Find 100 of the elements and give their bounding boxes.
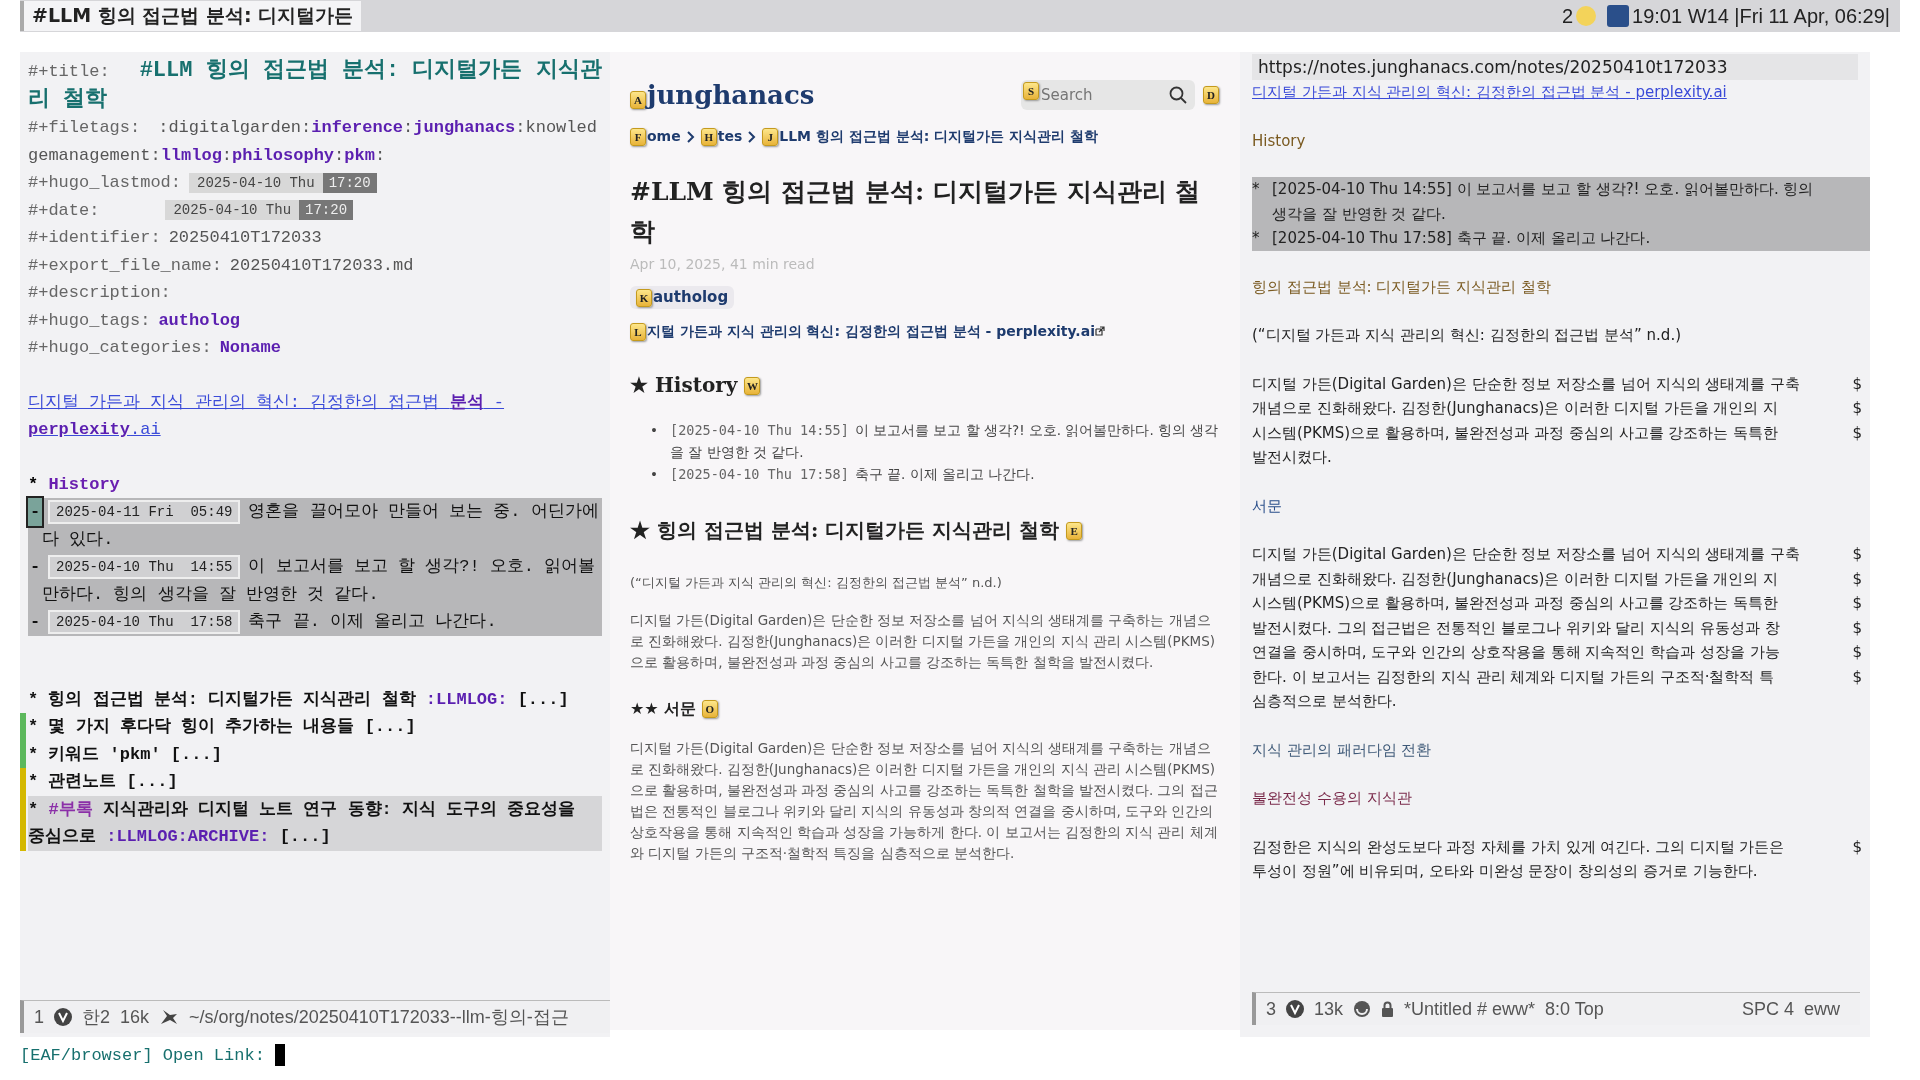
paragraph-line: 연결을 중시하며, 도구와 인간의 상호작용을 통해 지속적인 학습과 성장을 가능	[1252, 642, 1780, 663]
truncation-mark: $	[1852, 568, 1862, 590]
list-bullet: -	[29, 611, 42, 633]
list-bullet: *	[1252, 179, 1261, 200]
heading: 불완전성 수용의 지식관	[1252, 788, 1412, 809]
heading: 지식 관리의 패러다임 전환	[1252, 739, 1432, 761]
heading-text: * 몇 가지 후다닥 힝이 추가하는 내용들 [...]	[28, 716, 417, 738]
hint-label: K	[636, 288, 652, 307]
filetags-keyword-line: #+filetags: :digitalgarden:inference:junghanacs:knowledgemanagement:llmlog:philosophy:pkm:	[28, 117, 598, 167]
paragraph-line: 개념으로 진화해왔다. 김정한(Junghanacs)은 이러한 디지털 가든을 개인의 지	[1252, 398, 1779, 419]
timestamp: 2025-04-10 Thu 17:20	[165, 200, 354, 220]
hint-label: F	[630, 128, 646, 146]
keyword-label: #+hugo_lastmod:	[28, 173, 182, 192]
list-item-line: 생각을 잘 반영한 것 같다.	[1272, 203, 1446, 225]
window-number: 1	[34, 1006, 44, 1028]
paragraph-line: 한다. 이 보고서는 김정한의 지식 관리 체계와 디지털 가든의 구조적·철학적 특	[1252, 666, 1775, 688]
keyword-value: Noname	[219, 338, 281, 357]
keyword-value: 20250410T172033	[168, 228, 322, 247]
list-item: [2025-04-10 Thu 17:58] 축구 끝. 이제 올리고 나간다.	[670, 464, 1035, 484]
prompt-text: [EAF/browser] Open Link:	[20, 1045, 265, 1065]
v-circle-icon	[54, 1008, 72, 1026]
section-heading: ★ History	[630, 372, 738, 397]
keyword-label: #+hugo_categories:	[28, 338, 212, 357]
page-title: #LLM 힝의 접근법 분석: 디지털가든 지식관리 철학	[630, 176, 1202, 248]
section-heading: ★ 힝의 접근법 분석: 디지털가든 지식관리 철학	[630, 517, 1060, 542]
site-logo[interactable]: junghanacs	[647, 80, 815, 110]
history-entry: 2025-04-11 Fri 05:49 영혼을 끌어모아 만들어 보는 중. 어딘가에 다 있다.	[42, 499, 600, 551]
chevron-icon	[748, 131, 757, 143]
city-night-icon	[1607, 5, 1630, 27]
hint-label: O	[701, 700, 718, 718]
truncation-mark: $	[1852, 642, 1862, 663]
leader-key: SPC 4	[1741, 998, 1794, 1020]
paragraph-line: (“디지털 가든과 지식 관리의 혁신: 김정한의 접근법 분석” n.d.)	[1252, 325, 1681, 346]
window-number: 3	[1266, 998, 1276, 1020]
v-circle-icon	[1286, 1000, 1304, 1018]
timestamp: 2025-04-10 Thu 17:20	[189, 172, 377, 193]
link[interactable]: 디지털 가든과 지식 관리의 혁신: 김정한의 접근법 분석 - perplexity.ai	[28, 388, 602, 444]
chevron-icon	[686, 131, 695, 143]
section-heading: ★★ 서문	[630, 698, 697, 718]
source-link[interactable]: 지털 가든과 지식 관리의 혁신: 김정한의 접근법 분석 - perplexity.ai	[647, 322, 1095, 339]
hint-label: L	[630, 322, 646, 341]
workspace-number: 2	[1561, 4, 1574, 28]
lock-icon	[1381, 1001, 1395, 1017]
list-bullet: *	[1252, 228, 1261, 249]
file-size: 16k	[120, 1006, 150, 1028]
list-item: [2025-04-10 Thu 14:55] 이 보고서를 보고 할 생각?! 오호. 읽어볼만하다. 힝의 생각을 잘 반영한 것 같다.	[670, 420, 1220, 462]
paragraph-line: 디지털 가든(Digital Garden)은 단순한 정보 저장소를 넘어 지식의 생태계를 구축	[1252, 544, 1801, 565]
paragraph-line: 발전시켰다.	[1252, 447, 1332, 468]
url-bar[interactable]: https://notes.junghanacs.com/notes/20250410t172033	[1252, 54, 1858, 80]
paragraph-line: 투성이 정원”에 비유되며, 오타와 미완성 문장이 창의성의 증거로 기능한다.	[1252, 861, 1758, 882]
tag-link[interactable]: K autholog	[630, 286, 735, 309]
window-title: #LLM 힝의 접근법 분석: 디지털가든	[20, 1, 362, 31]
truncation-mark: $	[1852, 666, 1862, 688]
heading-text: * 힝의 접근법 분석: 디지털가든 지식관리 철학 :LLMLOG: [...]	[28, 688, 570, 711]
heading: History	[1252, 130, 1306, 152]
search-icon	[1169, 86, 1187, 104]
hint-label: D	[1203, 86, 1219, 104]
history-entry: 2025-04-10 Thu 17:58 축구 끝. 이제 올리고 나간다.	[42, 608, 602, 636]
paragraph-line: 시스템(PKMS)으로 활용하며, 불완전성과 과정 중심의 사고를 강조하는 독특한	[1252, 593, 1779, 614]
list-bullet: •	[650, 420, 659, 440]
paragraph: 디지털 가든(Digital Garden)은 단순한 정보 저장소를 넘어 지식의 생태계를 구축하는 개념으로 진화해왔다. 김정한(Junghanacs)은 이러한 디지털 가든을 개인의 지식 관리 시스템(PKMS)으로 활용하며, 불완전성과 과정 중심의 사고를 강조하는 독특한 철학을 발전시켰다. 그의 접근법은 전통적인 블로그나 위키와 달리 지식의 유동성과 창의적 연결을 중시하며, 도구와 인간의 상호작용을 통해 지속적인 학습과 성장을 가능하게 한다. 이 보고서는 김정한의 지식 관리 체계와 디지털 가든의 구조적·철학적 특징을 심층적으로 분석한다.	[630, 738, 1219, 863]
paragraph-line: 개념으로 진화해왔다. 김정한(Junghanacs)은 이러한 디지털 가든을 개인의 지	[1252, 568, 1779, 590]
truncation-mark: $	[1852, 373, 1862, 395]
paragraph-line: 심층적으로 분석한다.	[1252, 691, 1397, 712]
link[interactable]: 디지털 가든과 지식 관리의 혁신: 김정한의 접근법 분석 - perplexity.ai	[1252, 80, 1862, 105]
truncation-mark: $	[1852, 836, 1862, 858]
breadcrumb-link[interactable]: tes	[717, 128, 743, 144]
moon-icon	[1576, 6, 1597, 26]
paragraph-line: 시스템(PKMS)으로 활용하며, 불완전성과 과정 중심의 사고를 강조하는 독특한	[1252, 422, 1779, 444]
truncation-mark: $	[1852, 593, 1862, 614]
paragraph-line: 발전시켰다. 그의 접근법은 전통적인 블로그나 위키와 달리 지식의 유동성과 창	[1252, 617, 1780, 639]
hint-label: E	[1066, 522, 1083, 540]
citation-text: (“디지털 가든과 지식 관리의 혁신: 김정한의 접근법 분석” n.d.)	[630, 573, 1003, 592]
list-item-line: [2025-04-10 Thu 17:58] 축구 끝. 이제 올리고 나간다.	[1272, 228, 1651, 249]
post-meta: Apr 10, 2025, 41 min read	[630, 256, 816, 272]
hint-label: J	[762, 128, 779, 146]
hint-label: A	[630, 90, 646, 109]
title-keyword-line: #+title: #LLM 힝의 접근법 분석: 디지털가든 지식관리 철학	[28, 57, 602, 114]
list-bullet: •	[650, 464, 659, 484]
major-mode: eww	[1804, 998, 1840, 1020]
breadcrumb-link[interactable]: LLM 힝의 접근법 분석: 디지털가든 지식관리 철학	[779, 128, 1098, 144]
truncation-mark: $	[1852, 544, 1862, 565]
keyword-label: #+export_file_name:	[28, 255, 222, 275]
input-method: 한2	[82, 1006, 111, 1029]
clock-text: 19:01 W14 |Fri 11 Apr, 06:29|	[1632, 4, 1890, 28]
paragraph-line: 김정한은 지식의 완성도보다 과정 자체를 가치 있게 여긴다. 그의 디지털 가든은	[1252, 836, 1785, 858]
history-entry: 2025-04-10 Thu 14:55 이 보고서를 보고 할 생각?! 오호. 읽어볼만하다. 힝의 생각을 잘 반영한 것 같다.	[42, 554, 597, 606]
list-bullet: -	[29, 556, 42, 578]
file-size: 13k	[1314, 998, 1344, 1020]
heading-text: * 키워드 'pkm' [...]	[28, 743, 223, 766]
heading: 힝의 접근법 분석: 디지털가든 지식관리 철학	[1252, 276, 1551, 298]
heading-text: * #부록 지식관리와 디지털 노트 연구 동향: 지식 도구의 중요성을 중심으로 :LLMLOG:ARCHIVE: [...]	[28, 795, 602, 851]
text-cursor: -	[28, 498, 42, 526]
breadcrumb-link[interactable]: ome	[647, 128, 681, 144]
paragraph-line: 디지털 가든(Digital Garden)은 단순한 정보 저장소를 넘어 지식의 생태계를 구축	[1252, 373, 1801, 395]
buffer-name: *Untitled # eww*	[1404, 998, 1536, 1020]
truncation-mark: $	[1852, 422, 1862, 444]
hint-label: H	[700, 128, 717, 146]
file-path: ~/s/org/notes/20250410T172033--llm-힝의-접근	[189, 1006, 569, 1029]
heading-text: * 관련노트 [...]	[28, 771, 179, 793]
